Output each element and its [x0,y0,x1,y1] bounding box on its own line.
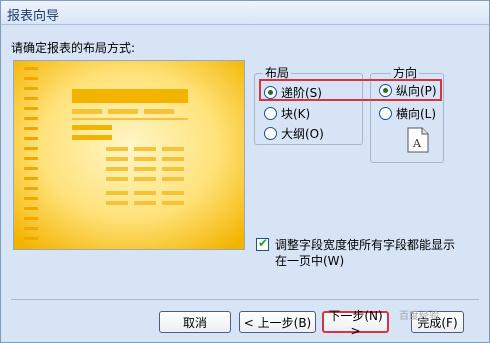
preview-field [144,109,174,114]
portrait-page-icon: A [407,127,429,153]
highlight-box-layout-direction [259,79,442,101]
preview-title-bar [72,89,188,103]
footer-divider [11,299,479,300]
preview-rule [72,118,188,120]
preview-group-header [72,125,112,130]
fit-width-checkbox[interactable]: ✔ [256,236,269,251]
checkmark-icon: ✔ [258,236,269,250]
radio-button[interactable] [264,107,277,120]
radio-block-label: 块(K) [281,107,311,121]
radio-landscape-label: 横向(L) [396,107,437,121]
radio-block[interactable]: 块(K) [264,105,310,122]
radio-outline[interactable]: 大纲(O) [264,125,324,142]
title-bar: 报表向导 [1,1,489,25]
back-button[interactable]: < 上一步(B) [239,311,316,333]
radio-landscape[interactable]: 横向(L) [379,105,436,122]
layout-prompt: 请确定报表的布局方式: [11,41,136,55]
cancel-button[interactable]: 取消 [159,311,231,333]
radio-button[interactable] [379,107,392,120]
preview-field [72,109,102,114]
layout-preview [13,60,245,250]
next-button[interactable]: 下一步(N) > [322,309,389,338]
preview-group-header [72,135,112,140]
watermark: 百度经验 [399,311,439,322]
fit-width-label: 调整字段宽度使所有字段都能显示在一页中(W) [275,238,456,268]
preview-field [108,109,138,114]
radio-outline-label: 大纲(O) [281,127,324,141]
page-icon-letter: A [412,137,422,150]
report-wizard-dialog: 报表向导 请确定报表的布局方式: 布局 递阶(S) 块(K) 大纲(O) 方向 … [0,0,490,343]
window-title: 报表向导 [7,9,60,24]
layout-preview-graphic [14,61,244,249]
radio-button[interactable] [264,127,277,140]
